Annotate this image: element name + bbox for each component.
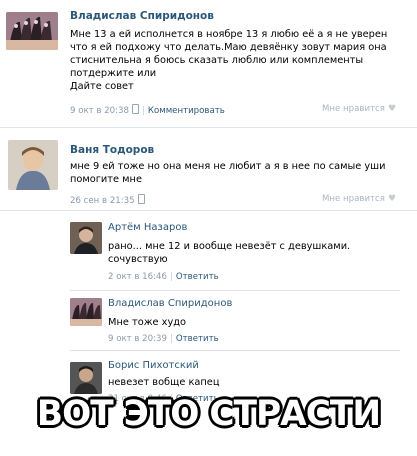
post-meta: 26 сен в 21:35 — [70, 194, 145, 206]
comment-text: рано... мне 12 и вообще невезёт с девушк… — [108, 241, 351, 265]
avatar[interactable] — [70, 362, 102, 394]
comment-date[interactable]: 2 окт в 16:46 — [108, 272, 167, 282]
post-date[interactable]: 26 сен в 21:35 — [70, 196, 135, 206]
post-text: Мне 13 а ей исполнется в ноябре 13 я люб… — [70, 29, 388, 92]
heart-icon: ♥ — [387, 104, 397, 114]
comment-2: Владислав Спиридонов Мне тоже худо 9 окт… — [0, 292, 417, 350]
post-author[interactable]: Владислав Спиридонов — [70, 10, 214, 22]
comment-link[interactable]: Комментировать — [148, 106, 225, 116]
post-2: Ваня Тодоров мне 9 ей тоже но она меня н… — [0, 128, 417, 210]
avatar[interactable] — [70, 298, 102, 326]
avatar-photo — [6, 12, 58, 50]
meme-caption: ВОТ ЭТО СТРАСТИ — [36, 394, 381, 434]
comment-meta: 9 окт в 20:39 | Ответить — [108, 334, 219, 344]
avatar-photo — [70, 362, 102, 394]
comment-date[interactable]: 9 окт в 20:39 — [108, 334, 167, 344]
comment-meta: 2 окт в 16:46 | Ответить — [108, 272, 219, 282]
divider — [70, 350, 400, 351]
post-date[interactable]: 9 окт в 20:38 — [70, 106, 129, 116]
divider — [70, 290, 400, 291]
like-button[interactable]: Мне нравится ♥ — [322, 194, 396, 204]
reply-link[interactable]: Ответить — [176, 334, 219, 344]
avatar[interactable] — [70, 222, 102, 254]
divider — [0, 210, 417, 211]
comment-text: невезет вобще капец — [108, 377, 220, 388]
avatar[interactable] — [6, 12, 58, 50]
comment-author[interactable]: Владислав Спиридонов — [108, 298, 232, 309]
heart-icon: ♥ — [387, 194, 397, 204]
comment-text: Мне тоже худо — [108, 317, 187, 328]
post-meta: 9 окт в 20:38 | Комментировать — [70, 104, 225, 116]
like-button[interactable]: Мне нравится ♥ — [322, 104, 396, 114]
avatar-photo — [70, 298, 102, 326]
mobile-icon — [137, 194, 145, 204]
avatar[interactable] — [8, 140, 58, 190]
comment-author[interactable]: Борис Пихотский — [108, 360, 199, 371]
comment-1: Артём Назаров рано... мне 12 и вообще не… — [0, 212, 417, 290]
avatar-photo — [70, 222, 102, 254]
mobile-icon — [131, 104, 139, 114]
post-author[interactable]: Ваня Тодоров — [70, 144, 154, 156]
reply-link[interactable]: Ответить — [176, 272, 219, 282]
post-text: мне 9 ей тоже но она меня не любит а я в… — [70, 161, 386, 185]
comment-author[interactable]: Артём Назаров — [108, 222, 187, 233]
avatar-photo — [8, 140, 58, 190]
post-1: Владислав Спиридонов Мне 13 а ей исполне… — [0, 0, 417, 124]
